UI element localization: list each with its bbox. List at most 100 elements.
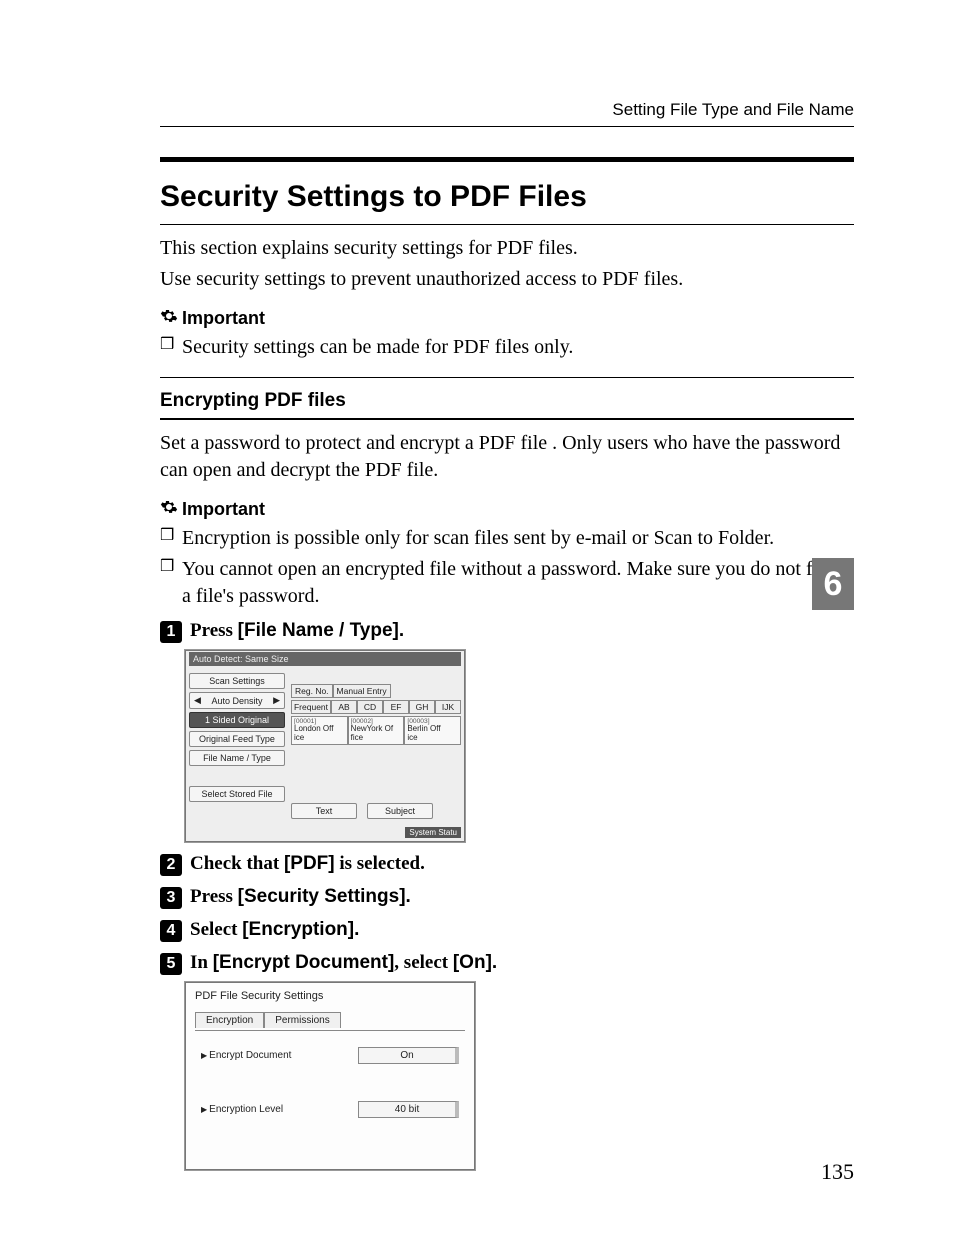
letter-tab[interactable]: EF (383, 700, 409, 714)
gear-icon (160, 498, 178, 521)
running-head: Setting File Type and File Name (160, 100, 854, 120)
step-number: 5 (160, 953, 182, 975)
step-3: 3 Press [Security Settings]. (160, 886, 854, 909)
important-list-2: Encryption is possible only for scan fil… (160, 525, 854, 610)
step-4: 4 Select [Encryption]. (160, 919, 854, 942)
step-1: 1 Press [File Name / Type]. (160, 620, 854, 643)
gear-icon (160, 307, 178, 330)
shot1-title: Auto Detect: Same Size (189, 652, 461, 666)
letter-tab[interactable]: AB (331, 700, 357, 714)
letter-tab[interactable]: GH (409, 700, 435, 714)
chapter-tab: 6 (812, 558, 854, 610)
step-label: [Encrypt Document] (213, 952, 395, 973)
step-number: 3 (160, 887, 182, 909)
step-label: [File Name / Type] (238, 620, 399, 641)
step-5: 5 In [Encrypt Document], select [On]. (160, 952, 854, 975)
step-number: 1 (160, 621, 182, 643)
step-verb: Press (190, 620, 238, 641)
page-number: 135 (821, 1159, 854, 1185)
important-block-2: Important (160, 498, 854, 521)
step-verb: Select (190, 919, 242, 940)
reg-no-tab[interactable]: Reg. No. (291, 684, 333, 698)
important-item: You cannot open an encrypted file withou… (160, 556, 854, 610)
shot1-right-panel: Reg. No. Manual Entry Frequent AB CD EF … (291, 684, 461, 745)
address-entry[interactable]: [00001]London Office (291, 716, 348, 745)
step-verb: Press (190, 886, 238, 907)
address-entry[interactable]: [00002]NewYork Office (348, 716, 405, 745)
step-label: [On] (453, 952, 492, 973)
text-button[interactable]: Text (291, 803, 357, 819)
step-label: [Security Settings] (238, 886, 406, 907)
manual-entry-tab[interactable]: Manual Entry (333, 684, 391, 698)
address-entry[interactable]: [00003]Berlin Office (404, 716, 461, 745)
important-label-2: Important (182, 499, 265, 520)
auto-density-button[interactable]: ◀ Auto Density ▶ (189, 692, 285, 709)
chevron-left-icon: ◀ (194, 695, 201, 706)
select-stored-file-button[interactable]: Select Stored File (189, 786, 285, 802)
step-verb: Check that (190, 853, 284, 874)
letter-tab[interactable]: Frequent (291, 700, 331, 714)
step-2: 2 Check that [PDF] is selected. (160, 853, 854, 876)
addr-line: fice (351, 733, 363, 742)
step-post: . (354, 919, 359, 940)
step-label: [Encryption] (242, 919, 354, 940)
heading-security-settings: Security Settings to PDF Files (160, 180, 854, 214)
step-mid: , select (394, 952, 453, 973)
step-post: . (399, 620, 404, 641)
file-name-type-button[interactable]: File Name / Type (189, 750, 285, 766)
step-text: In [Encrypt Document], select [On]. (190, 952, 497, 974)
step-number: 2 (160, 854, 182, 876)
addr-line: Berlin Off (407, 724, 440, 733)
addr-line: NewYork Of (351, 724, 393, 733)
addr-line: ice (407, 733, 417, 742)
important-list-1: Security settings can be made for PDF fi… (160, 334, 854, 361)
step-post: is selected. (335, 853, 425, 874)
step-verb: In (190, 952, 213, 973)
step-post: . (406, 886, 411, 907)
one-sided-button[interactable]: 1 Sided Original (189, 712, 285, 728)
intro-line-2: Use security settings to prevent unautho… (160, 266, 854, 293)
step-text: Check that [PDF] is selected. (190, 853, 425, 875)
encrypt-document-value[interactable]: On (358, 1047, 459, 1064)
subject-button[interactable]: Subject (367, 803, 433, 819)
addr-line: London Off (294, 724, 333, 733)
shot2-panel: Encrypt Document On Encryption Level 40 … (195, 1030, 465, 1160)
scan-settings-button[interactable]: Scan Settings (189, 673, 285, 689)
letter-tab[interactable]: CD (357, 700, 383, 714)
step-text: Press [Security Settings]. (190, 886, 411, 908)
rule-h2-top (160, 157, 854, 162)
encryption-level-value[interactable]: 40 bit (358, 1101, 459, 1118)
encrypt-document-row: Encrypt Document On (201, 1047, 459, 1064)
letter-tab[interactable]: IJK (435, 700, 461, 714)
original-feed-button[interactable]: Original Feed Type (189, 731, 285, 747)
rule-h2-bottom (160, 224, 854, 225)
encryption-tab[interactable]: Encryption (195, 1012, 264, 1028)
step-number: 4 (160, 920, 182, 942)
encryption-level-row: Encryption Level 40 bit (201, 1101, 459, 1118)
encrypt-document-label: Encrypt Document (201, 1050, 291, 1061)
step-post: . (492, 952, 497, 973)
shot1-left-panel: Scan Settings ◀ Auto Density ▶ 1 Sided Ori… (189, 670, 285, 805)
screenshot-scan-panel: Auto Detect: Same Size Scan Settings ◀ Au… (184, 649, 466, 843)
intro-line-1: This section explains security settings … (160, 235, 854, 262)
shot2-title: PDF File Security Settings (195, 990, 323, 1002)
auto-density-label: Auto Density (211, 696, 262, 706)
rule-h3-top (160, 377, 854, 378)
system-status-button[interactable]: System Statu (405, 827, 461, 838)
important-item: Security settings can be made for PDF fi… (160, 334, 854, 361)
rule-h3-bottom (160, 418, 854, 420)
important-block-1: Important (160, 307, 854, 330)
addr-line: ice (294, 733, 304, 742)
encryption-level-label: Encryption Level (201, 1104, 283, 1115)
important-label-1: Important (182, 308, 265, 329)
step-label: [PDF] (284, 853, 335, 874)
encrypt-intro: Set a password to protect and encrypt a … (160, 430, 854, 484)
chevron-right-icon: ▶ (273, 695, 280, 706)
step-text: Press [File Name / Type]. (190, 620, 404, 642)
heading-encrypting: Encrypting PDF files (160, 390, 854, 412)
step-text: Select [Encryption]. (190, 919, 359, 941)
important-item: Encryption is possible only for scan fil… (160, 525, 854, 552)
permissions-tab[interactable]: Permissions (264, 1012, 340, 1028)
screenshot-security-settings: PDF File Security Settings Encryption Pe… (184, 981, 476, 1171)
rule-top (160, 126, 854, 127)
